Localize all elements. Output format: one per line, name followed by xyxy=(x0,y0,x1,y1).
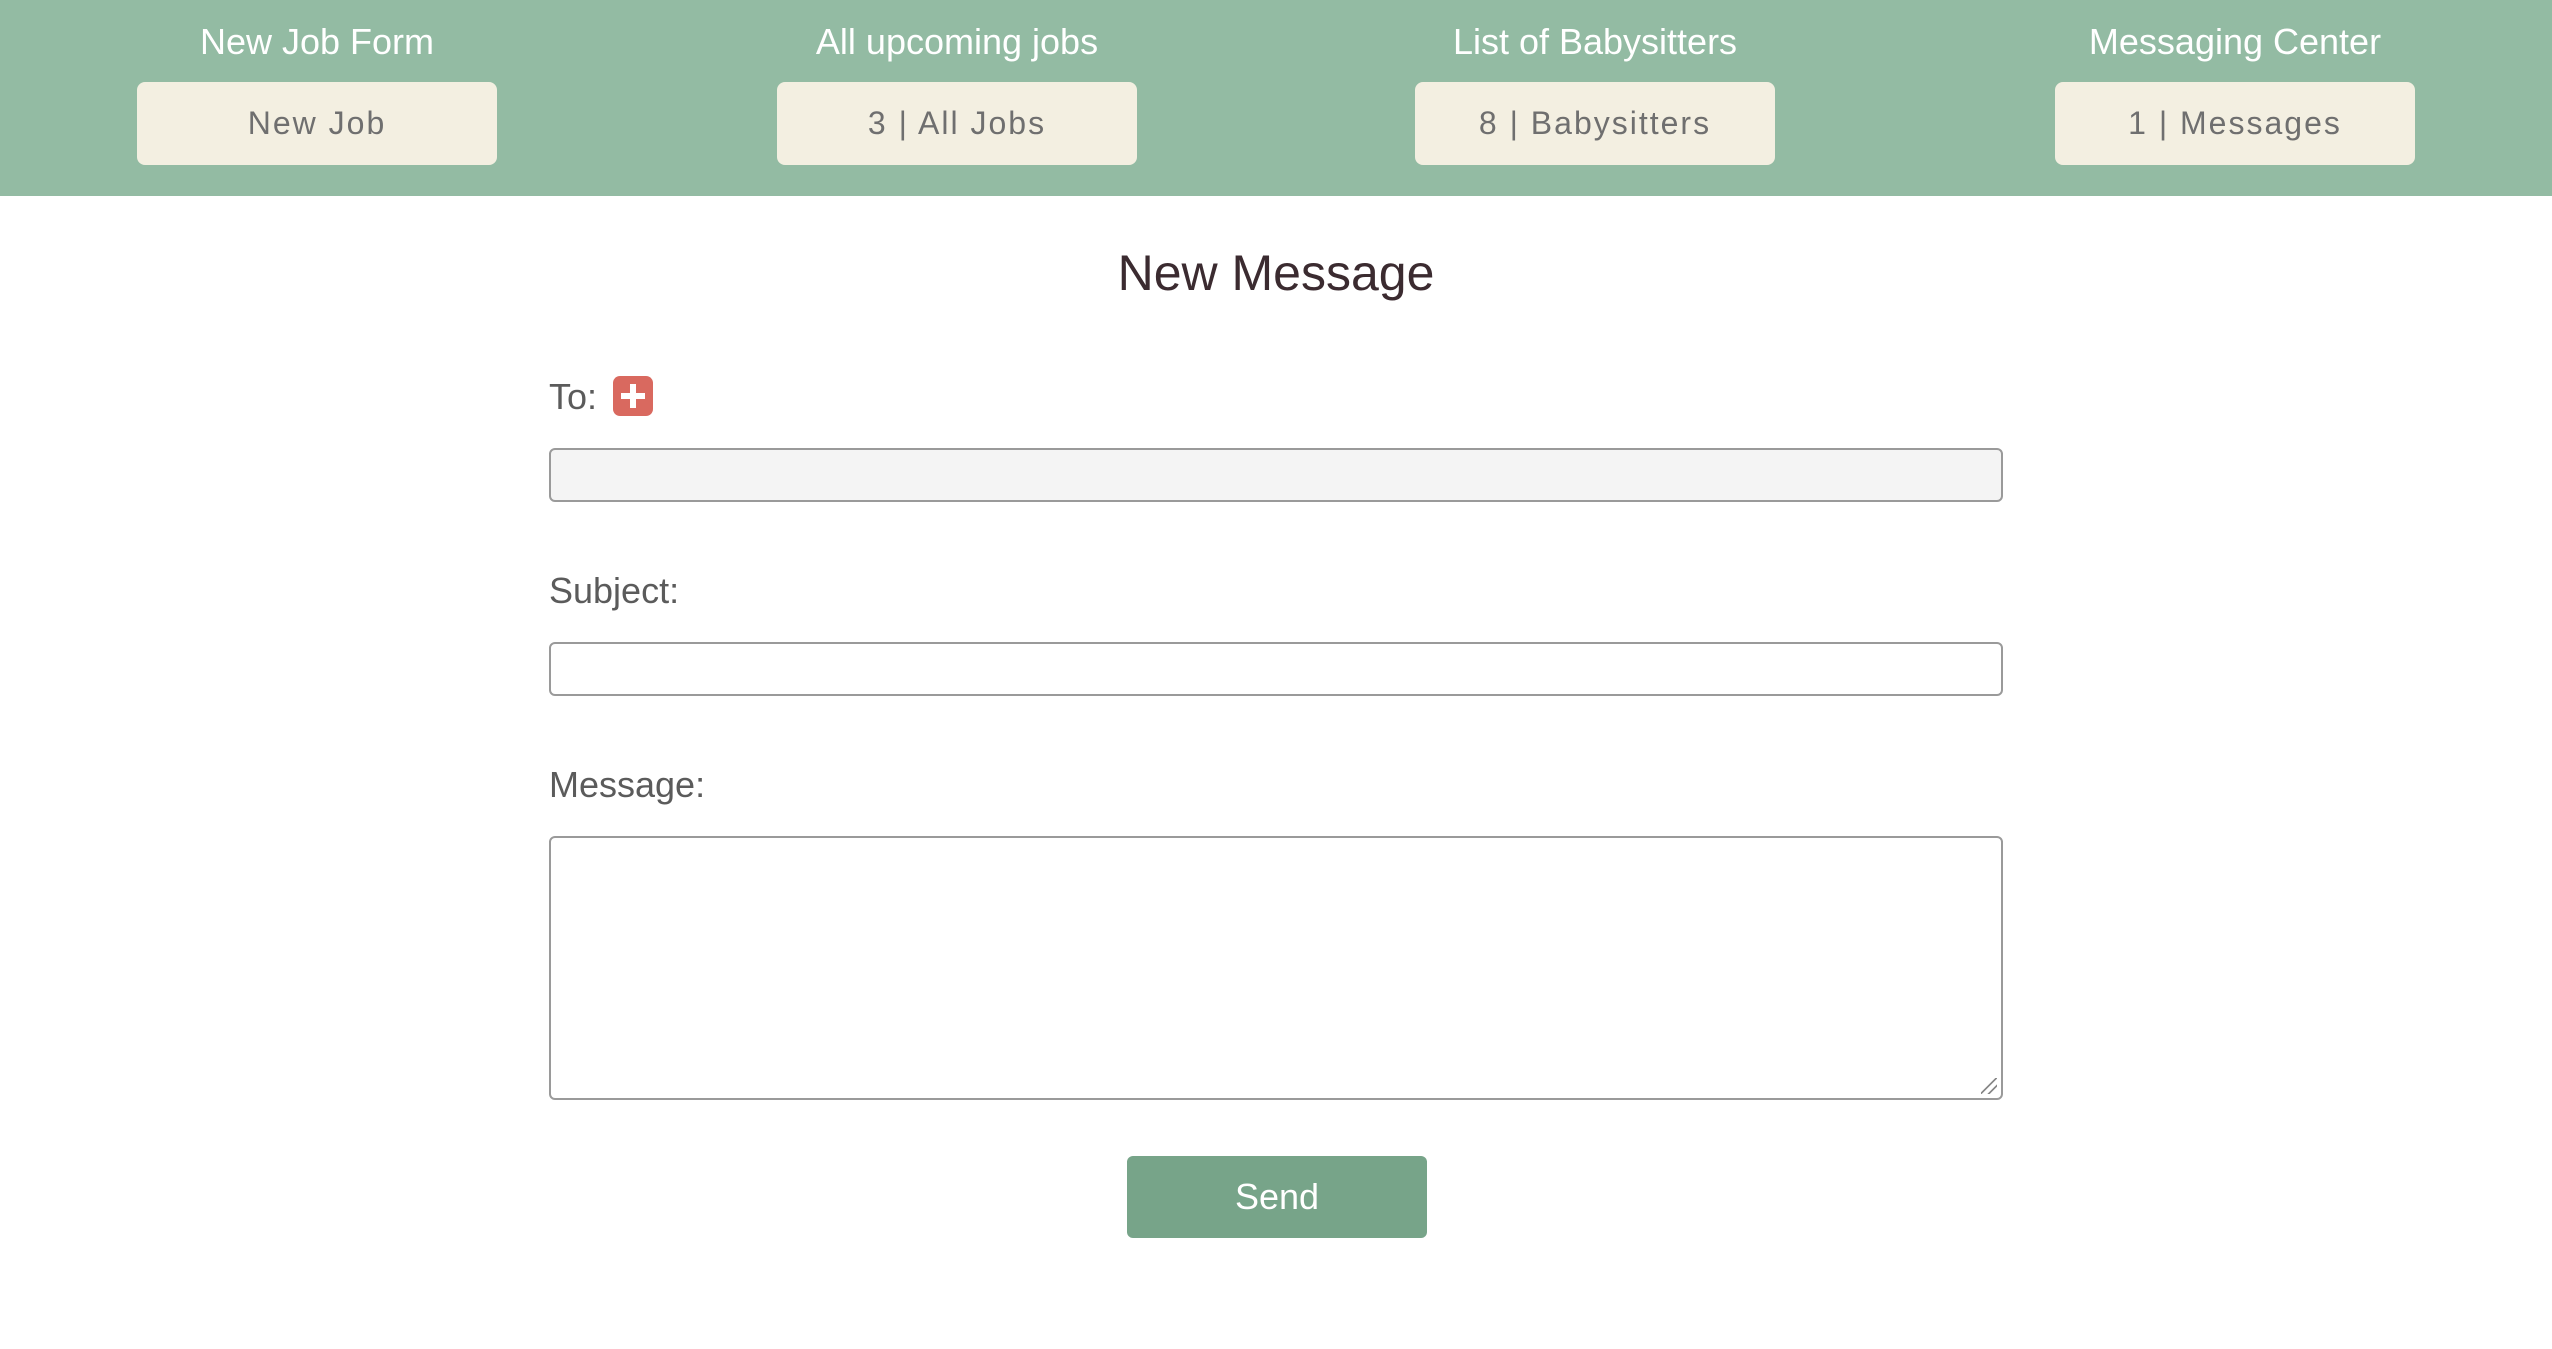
nav-group-babysitters: List of Babysitters 8 | Babysitters xyxy=(1415,0,1775,196)
nav-title-new-job-form: New Job Form xyxy=(199,21,435,62)
to-label-text: To: xyxy=(549,376,598,417)
new-job-button[interactable]: New Job xyxy=(137,82,497,165)
to-label: To: xyxy=(549,372,597,422)
all-jobs-button[interactable]: 3 | All Jobs xyxy=(777,82,1137,165)
message-textarea[interactable] xyxy=(549,836,2003,1100)
to-field[interactable] xyxy=(549,448,2003,502)
nav-title-messaging-center: Messaging Center xyxy=(2088,21,2382,62)
subject-label: Subject: xyxy=(549,570,680,611)
nav-group-new-job: New Job Form New Job xyxy=(137,0,497,196)
page-title: New Message xyxy=(1117,245,1435,301)
nav-group-messaging: Messaging Center 1 | Messages xyxy=(2055,0,2415,196)
resize-handle[interactable] xyxy=(1981,1078,1997,1094)
nav-title-babysitters: List of Babysitters xyxy=(1452,21,1738,62)
message-label: Message: xyxy=(549,764,706,805)
nav-group-all-jobs: All upcoming jobs 3 | All Jobs xyxy=(777,0,1137,196)
send-button[interactable]: Send xyxy=(1127,1156,1427,1238)
messages-button[interactable]: 1 | Messages xyxy=(2055,82,2415,165)
subject-input[interactable] xyxy=(549,642,2003,696)
babysitters-button[interactable]: 8 | Babysitters xyxy=(1415,82,1775,165)
add-recipient-icon[interactable] xyxy=(613,376,653,416)
top-navigation: New Job Form New Job All upcoming jobs 3… xyxy=(0,0,2552,196)
nav-title-upcoming-jobs: All upcoming jobs xyxy=(815,21,1099,62)
